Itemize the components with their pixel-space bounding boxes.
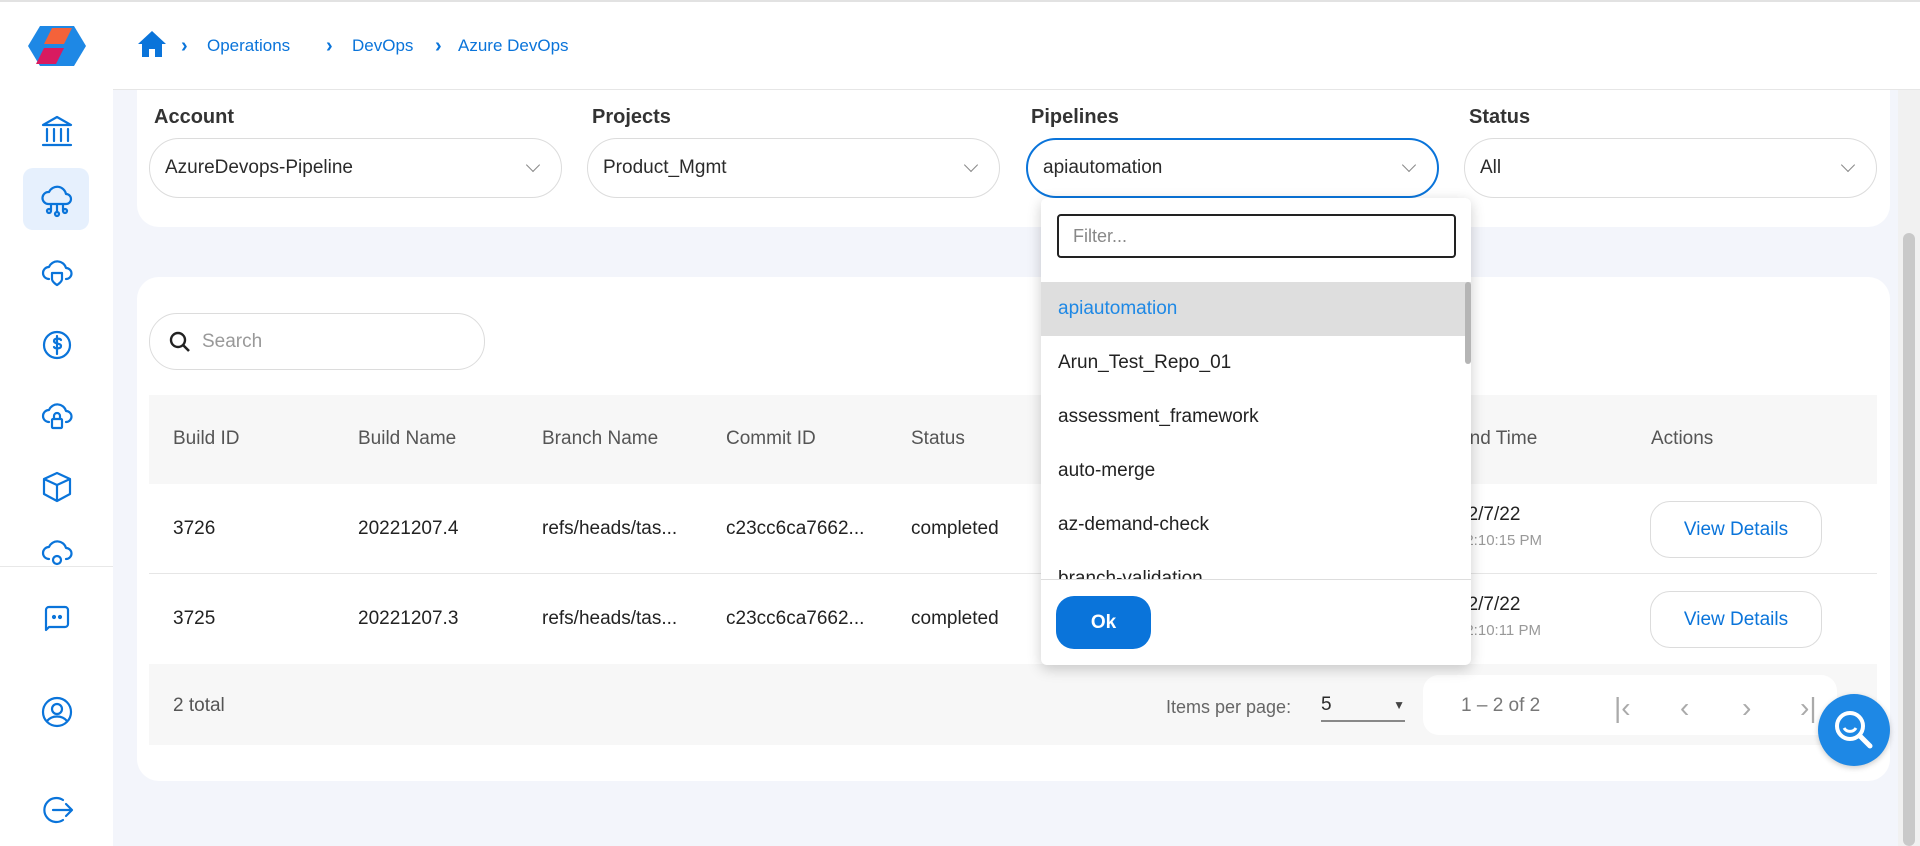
commit-id: c23cc6ca7662...	[726, 608, 865, 629]
items-per-page-value: 5	[1321, 694, 1332, 715]
build-name: 20221207.3	[358, 608, 459, 629]
ok-button[interactable]: Ok	[1056, 596, 1151, 649]
build-name: 20221207.4	[358, 518, 459, 539]
search-fab-icon	[1835, 711, 1873, 749]
projects-value: Product_Mgmt	[603, 157, 727, 178]
chevron-down-icon	[1840, 157, 1856, 173]
branch-name: refs/heads/tas...	[542, 608, 678, 629]
dropdown-divider	[1041, 579, 1471, 580]
pipelines-select[interactable]: apiautomation	[1026, 138, 1439, 198]
page-range: 1 – 2 of 2	[1461, 695, 1541, 716]
projects-select[interactable]: Product_Mgmt	[587, 138, 1000, 198]
row-divider	[149, 573, 1877, 574]
home-icon[interactable]	[137, 30, 167, 58]
breadcrumb-azure-devops[interactable]: Azure DevOps	[458, 36, 569, 56]
chevron-down-icon	[525, 157, 541, 173]
status-value: All	[1480, 157, 1502, 178]
option-arun-test-repo[interactable]: Arun_Test_Repo_01	[1041, 336, 1471, 390]
page-scrollbar-thumb[interactable]	[1903, 233, 1915, 846]
header: › Operations › DevOps › Azure DevOps	[113, 2, 1920, 90]
cloud-lock-icon[interactable]	[35, 394, 79, 438]
total-count: 2 total	[173, 695, 225, 716]
status-label: Status	[1469, 106, 1531, 128]
sidebar-divider	[0, 566, 113, 567]
options-list[interactable]: apiautomation Arun_Test_Repo_01 assessme…	[1041, 282, 1471, 579]
view-details-button[interactable]: View Details	[1650, 501, 1822, 558]
view-details-button[interactable]: View Details	[1650, 591, 1822, 648]
projects-label: Projects	[592, 106, 671, 128]
logout-icon[interactable]	[35, 788, 79, 832]
option-az-demand-check[interactable]: az-demand-check	[1041, 498, 1471, 552]
dollar-icon[interactable]	[35, 323, 79, 367]
search-input[interactable]: Search	[149, 313, 485, 370]
col-commit-id[interactable]: Commit ID	[726, 428, 816, 450]
col-branch-name[interactable]: Branch Name	[542, 428, 658, 450]
search-icon	[169, 331, 190, 352]
option-branch-validation[interactable]: branch-validation	[1041, 552, 1471, 579]
col-status[interactable]: Status	[911, 428, 965, 450]
search-fab-button[interactable]	[1818, 694, 1890, 766]
account-select[interactable]: AzureDevops-Pipeline	[149, 138, 562, 198]
prev-page-icon[interactable]: ‹	[1680, 692, 1689, 724]
cloud-gear-icon[interactable]	[35, 533, 79, 566]
first-page-icon[interactable]: |‹	[1614, 692, 1631, 724]
cube-icon[interactable]	[35, 465, 79, 509]
account-label: Account	[154, 106, 234, 128]
items-per-page-label: Items per page:	[1166, 697, 1292, 717]
bank-icon[interactable]	[35, 109, 79, 153]
build-id: 3726	[173, 518, 216, 539]
chevron-down-icon	[1401, 157, 1417, 173]
dropdown-scrollbar[interactable]	[1465, 282, 1471, 364]
chevron-right-icon: ›	[435, 35, 442, 57]
sidebar	[0, 2, 113, 846]
pipelines-label: Pipelines	[1031, 106, 1119, 128]
logo	[28, 26, 86, 71]
caret-down-icon: ▼	[1393, 698, 1405, 712]
branch-name: refs/heads/tas...	[542, 518, 678, 539]
chevron-down-icon	[963, 157, 979, 173]
status-select[interactable]: All	[1464, 138, 1877, 198]
build-id: 3725	[173, 608, 216, 629]
commit-id: c23cc6ca7662...	[726, 518, 865, 539]
breadcrumb-devops[interactable]: DevOps	[352, 36, 413, 56]
search-placeholder: Search	[202, 330, 263, 352]
cloud-network-icon[interactable]	[35, 178, 79, 222]
option-assessment-framework[interactable]: assessment_framework	[1041, 390, 1471, 444]
account-value: AzureDevops-Pipeline	[165, 157, 353, 178]
col-actions: Actions	[1651, 428, 1714, 449]
option-apiautomation[interactable]: apiautomation	[1041, 282, 1471, 336]
items-per-page-select[interactable]: 5 ▼	[1321, 690, 1405, 722]
option-auto-merge[interactable]: auto-merge	[1041, 444, 1471, 498]
pipelines-value: apiautomation	[1043, 157, 1163, 178]
filter-input[interactable]	[1057, 214, 1456, 258]
col-build-name[interactable]: Build Name	[358, 428, 456, 450]
next-page-icon[interactable]: ›	[1742, 692, 1751, 724]
pipelines-dropdown: apiautomation Arun_Test_Repo_01 assessme…	[1041, 198, 1471, 665]
col-build-id[interactable]: Build ID	[173, 428, 240, 450]
breadcrumb-operations[interactable]: Operations	[207, 36, 290, 56]
status: completed	[911, 608, 999, 629]
chevron-right-icon: ›	[326, 35, 333, 57]
status: completed	[911, 518, 999, 539]
chevron-right-icon: ›	[181, 35, 188, 57]
user-icon[interactable]	[35, 690, 79, 734]
last-page-icon[interactable]: ›|	[1800, 692, 1817, 724]
chat-icon[interactable]	[35, 596, 79, 640]
cloud-shield-icon[interactable]	[35, 251, 79, 295]
